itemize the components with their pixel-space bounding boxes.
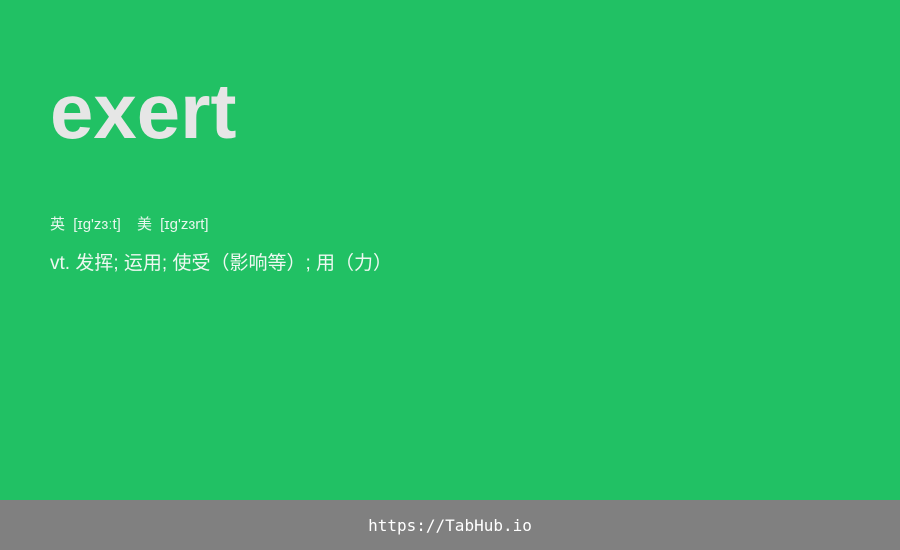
phonetic-uk: 英 [ɪɡ'zɜːt] bbox=[50, 213, 121, 234]
phonetic-us-label: 美 bbox=[136, 216, 152, 233]
tabhub-link[interactable]: https://TabHub.io bbox=[368, 516, 532, 535]
footer-bar: https://TabHub.io bbox=[0, 500, 900, 550]
phonetic-uk-ipa: [ɪɡ'zɜːt] bbox=[73, 216, 121, 233]
phonetic-uk-label: 英 bbox=[50, 216, 66, 233]
phonetic-us: 美 [ɪɡ'zɜrt] bbox=[137, 213, 209, 234]
headword: exert bbox=[50, 67, 237, 155]
word-card: exert 英 [ɪɡ'zɜːt] 美 [ɪɡ'zɜrt] vt. 发挥; 运用… bbox=[0, 0, 900, 500]
phonetic-us-ipa: [ɪɡ'zɜrt] bbox=[160, 216, 209, 233]
phonetics-row: 英 [ɪɡ'zɜːt] 美 [ɪɡ'zɜrt] bbox=[50, 213, 221, 234]
definition-text: vt. 发挥; 运用; 使受（影响等）; 用（力） bbox=[50, 253, 393, 274]
